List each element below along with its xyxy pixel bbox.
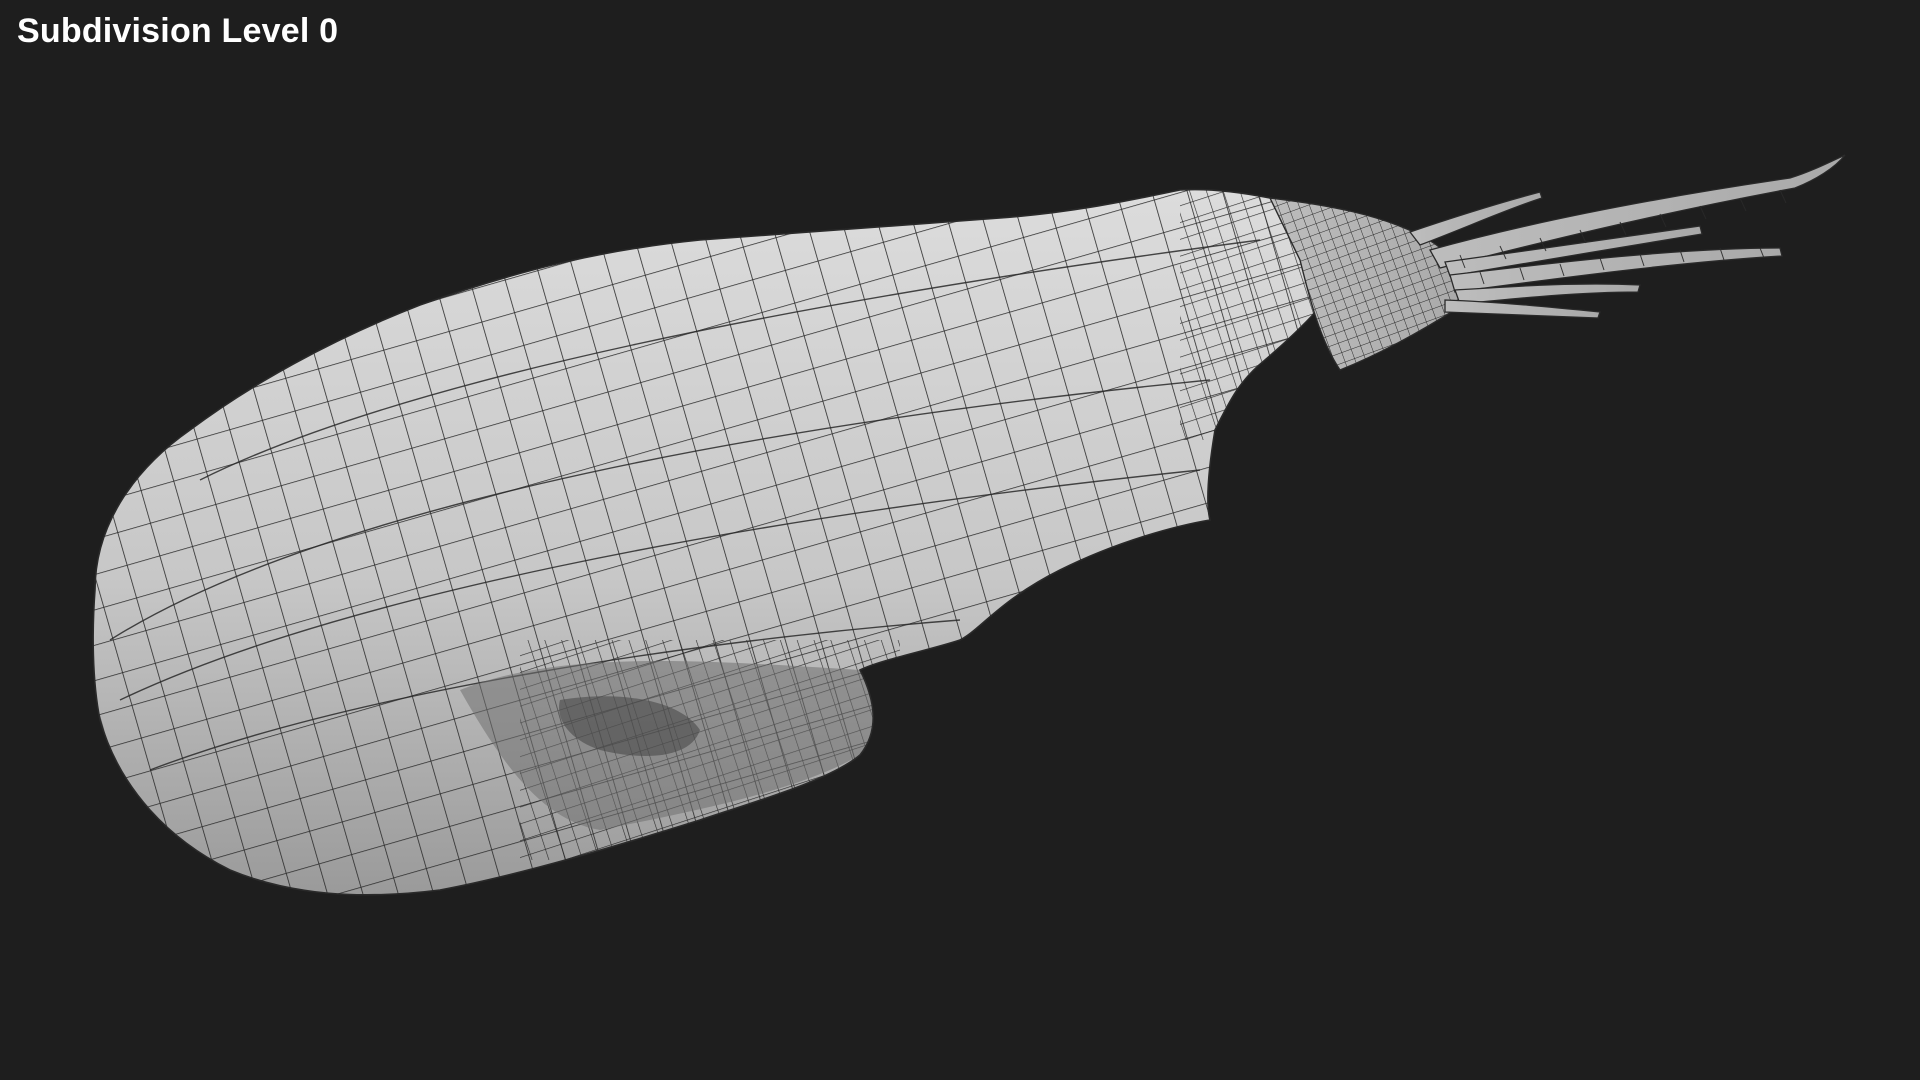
mesh-body (92, 188, 1351, 896)
mesh-tentacles (1408, 154, 1846, 319)
wireframe-model-render (92, 154, 1846, 896)
subdivision-level-label: Subdivision Level 0 (17, 12, 339, 50)
render-viewport: Subdivision Level 0 (0, 0, 1920, 1080)
